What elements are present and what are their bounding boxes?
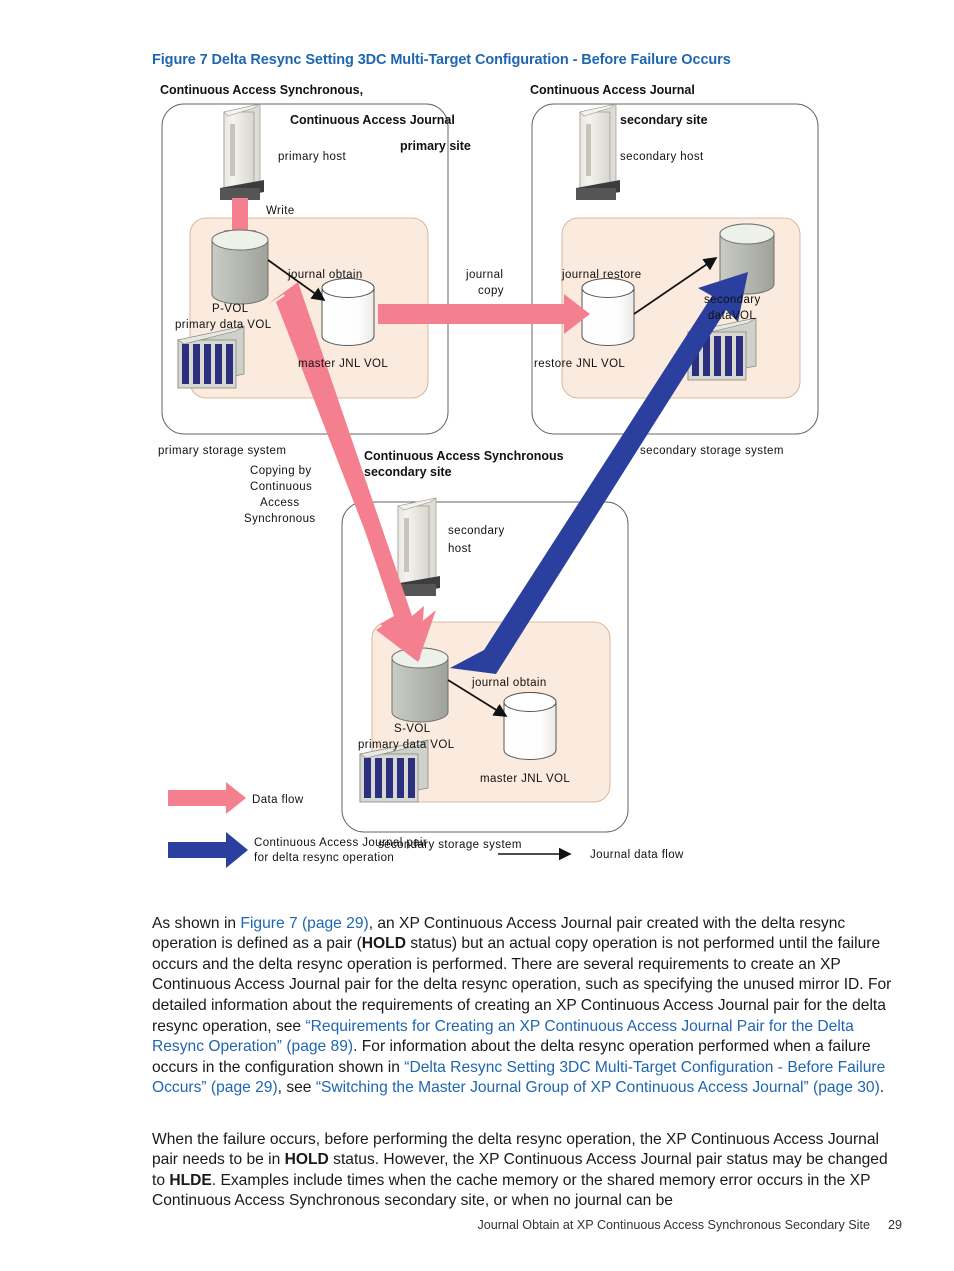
p2-hold-status: HOLD <box>284 1151 329 1169</box>
page-footer: Journal Obtain at XP Continuous Access S… <box>0 1218 954 1232</box>
label-copying-1: Copying by <box>250 465 312 477</box>
label-copying-3: Access <box>260 497 299 509</box>
p1-hold-status: HOLD <box>361 935 406 953</box>
label-primary-host: primary host <box>278 151 346 163</box>
figure-7-link[interactable]: Figure 7 (page 29) <box>240 915 368 932</box>
p2-s3: . Examples include times when the cache … <box>152 1171 871 1210</box>
legend-blue-arrow-icon <box>168 832 248 868</box>
label-copying-2: Continuous <box>250 481 312 493</box>
label-journal-obtain-bottom: journal obtain <box>471 677 547 689</box>
label-journal-restore: journal restore <box>561 269 642 281</box>
label-primary-storage-system: primary storage system <box>158 445 286 457</box>
label-secondary-storage-system-top: secondary storage system <box>640 445 784 457</box>
label-copying-4: Synchronous <box>244 513 316 525</box>
figure-caption: Figure 7 Delta Resync Setting 3DC Multi-… <box>152 52 731 68</box>
master-jnl-vol-cylinder <box>321 278 375 346</box>
label-journal-obtain-left: journal obtain <box>287 269 363 281</box>
primary-host-icon <box>220 103 264 200</box>
paragraph-2: When the failure occurs, before performi… <box>152 1130 904 1212</box>
site-title-topright-2: secondary site <box>620 113 708 127</box>
label-master-jnl-vol-left: master JNL VOL <box>298 358 388 370</box>
legend-data-flow-label: Data flow <box>252 794 304 806</box>
legend-ca-journal-pair-label-2: for delta resync operation <box>254 852 394 864</box>
label-secondary-datavol-1: secondary <box>704 294 761 306</box>
secondary-host-icon <box>576 103 620 200</box>
label-secondary-datavol-2: dataVOL <box>708 310 756 322</box>
label-journal-copy-2: copy <box>478 285 504 297</box>
label-p-vol: P-VOL <box>212 303 249 315</box>
label-journal-copy-1: journal <box>465 269 503 281</box>
label-secondary-host-top: secondary host <box>620 151 704 163</box>
restore-jnl-vol-cylinder <box>581 278 635 346</box>
p-vol-cylinder <box>211 229 269 305</box>
footer-running-head: Journal Obtain at XP Continuous Access S… <box>477 1218 870 1232</box>
label-s-vol: S-VOL <box>394 723 431 735</box>
site-title-topright-1: Continuous Access Journal <box>530 83 695 97</box>
bottom-master-jnl-vol-cylinder <box>503 692 557 760</box>
legend-journal-data-flow-label: Journal data flow <box>590 849 684 861</box>
p1-s6: . <box>879 1079 885 1097</box>
label-bottom-host-1: secondary <box>448 525 505 537</box>
label-restore-jnl-vol: restore JNL VOL <box>534 358 625 370</box>
p1-s1: As shown in <box>152 914 241 932</box>
switching-master-journal-link[interactable]: “Switching the Master Journal Group of X… <box>316 1079 880 1096</box>
footer-page-number: 29 <box>887 1218 902 1232</box>
site-title-bottom-1: Continuous Access Synchronous <box>364 449 564 463</box>
site-title-bottom-2: secondary site <box>364 465 452 479</box>
label-master-jnl-vol-bottom: master JNL VOL <box>480 773 570 785</box>
legend-ca-journal-pair-label-1: Continuous Access Journal pair <box>254 837 427 849</box>
site-title-topleft-1: Continuous Access Synchronous, <box>160 83 363 97</box>
bottom-secondary-host-icon <box>394 497 440 596</box>
site-title-topleft-3: primary site <box>400 139 471 153</box>
label-write: Write <box>266 205 295 217</box>
site-title-topleft-2: Continuous Access Journal <box>290 113 455 127</box>
p1-s5: , see <box>277 1079 316 1097</box>
label-s-vol-primary-data: primary data VOL <box>358 739 455 751</box>
label-bottom-host-2: host <box>448 543 472 555</box>
legend-pink-arrow-icon <box>168 782 246 814</box>
p2-hlde-status: HLDE <box>169 1171 212 1189</box>
document-page: Figure 7 Delta Resync Setting 3DC Multi-… <box>0 0 954 1271</box>
figure-diagram: Continuous Access Synchronous, Continuou… <box>150 82 830 882</box>
label-primary-data-vol: primary data VOL <box>175 319 272 331</box>
paragraph-1: As shown in Figure 7 (page 29), an XP Co… <box>152 914 904 1099</box>
